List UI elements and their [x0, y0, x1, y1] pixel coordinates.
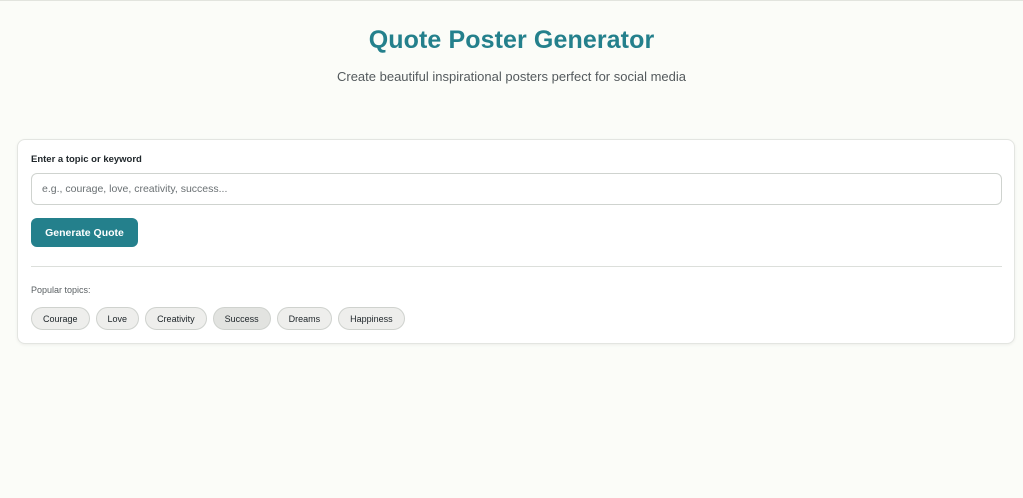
generator-card: Enter a topic or keyword Generate Quote … [17, 139, 1015, 344]
divider [31, 266, 1002, 267]
page-title: Quote Poster Generator [368, 26, 655, 54]
topic-chip-love[interactable]: Love [95, 307, 140, 330]
generate-quote-button[interactable]: Generate Quote [31, 218, 138, 247]
topic-chip-happiness[interactable]: Happiness [338, 307, 405, 330]
top-border [0, 0, 1023, 1]
topic-chip-dreams[interactable]: Dreams [276, 307, 333, 330]
topic-field-label: Enter a topic or keyword [31, 154, 142, 165]
page-subtitle: Create beautiful inspirational posters p… [336, 69, 686, 84]
topic-chip-success[interactable]: Success [212, 307, 271, 330]
topic-input[interactable] [31, 173, 1002, 205]
popular-topics-list: Courage Love Creativity Success Dreams H… [31, 307, 405, 330]
popular-topics-label: Popular topics: [31, 285, 91, 295]
topic-chip-courage[interactable]: Courage [31, 307, 90, 330]
topic-chip-creativity[interactable]: Creativity [145, 307, 207, 330]
